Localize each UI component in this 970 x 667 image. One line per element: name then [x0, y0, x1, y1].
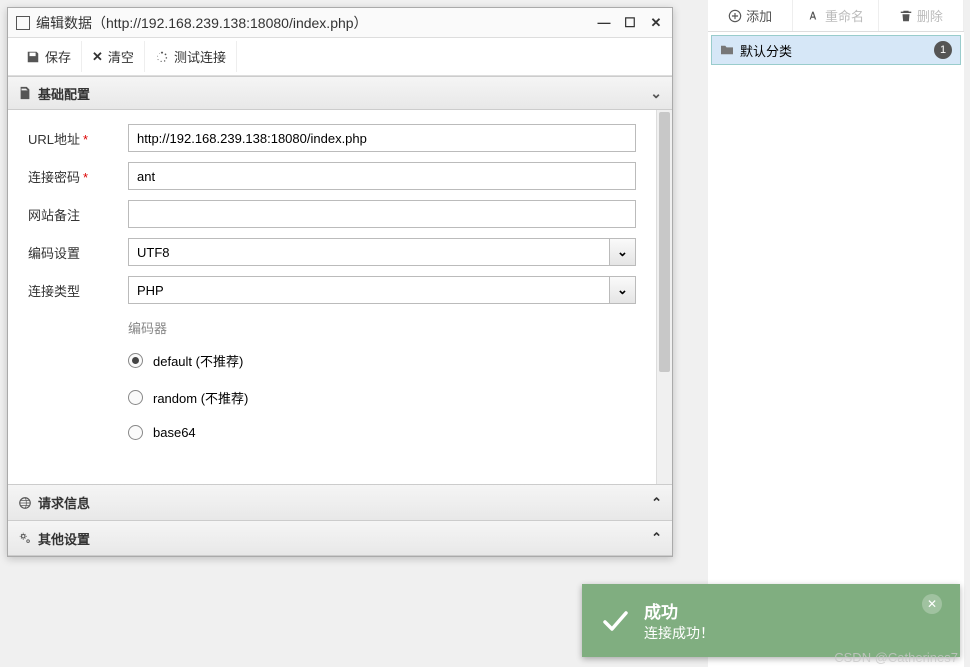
- clear-label: 清空: [108, 47, 134, 66]
- add-category-button[interactable]: 添加: [708, 0, 793, 31]
- request-info-title: 请求信息: [38, 493, 90, 512]
- type-label: 连接类型: [28, 281, 128, 300]
- encoding-value: UTF8: [129, 239, 609, 265]
- encoder-option-random[interactable]: random (不推荐): [128, 388, 636, 407]
- save-icon: [26, 50, 40, 64]
- test-label: 测试连接: [174, 47, 226, 66]
- clear-icon: ✕: [92, 49, 103, 65]
- window-icon: [16, 16, 30, 30]
- check-icon: [600, 606, 630, 636]
- toolbar: 保存 ✕ 清空 测试连接: [8, 38, 672, 76]
- globe-icon: [18, 496, 32, 510]
- password-label: 连接密码*: [28, 167, 128, 186]
- chevron-down-icon: ⌄: [650, 85, 662, 102]
- toast-title: 成功: [644, 598, 908, 623]
- scrollbar-thumb[interactable]: [659, 112, 670, 372]
- titlebar: 编辑数据（http://192.168.239.138:18080/index.…: [8, 8, 672, 38]
- category-item-default[interactable]: 默认分类 1: [711, 35, 961, 65]
- encoder-label: 编码器: [128, 318, 636, 337]
- encoding-dropdown-button[interactable]: ⌄: [609, 239, 635, 265]
- rename-label: 重命名: [825, 6, 864, 25]
- edit-data-window: 编辑数据（http://192.168.239.138:18080/index.…: [7, 7, 673, 557]
- success-toast: 成功 连接成功！ ✕: [582, 584, 960, 657]
- url-input[interactable]: [128, 124, 636, 152]
- encoder-option-base64[interactable]: base64: [128, 425, 636, 440]
- delete-category-button[interactable]: 删除: [879, 0, 964, 31]
- folder-icon: [720, 44, 734, 56]
- basic-config-panel-header[interactable]: 基础配置 ⌄: [8, 76, 672, 110]
- delete-label: 删除: [917, 6, 943, 25]
- radio-default-label: default (不推荐): [153, 351, 243, 370]
- gears-icon: [18, 531, 32, 545]
- minimize-button[interactable]: —: [596, 15, 612, 31]
- radio-base64-label: base64: [153, 425, 196, 440]
- watermark: CSDN @Catherines7: [834, 650, 958, 665]
- font-icon: [807, 9, 821, 23]
- password-input[interactable]: [128, 162, 636, 190]
- basic-config-title: 基础配置: [38, 84, 90, 103]
- clear-button[interactable]: ✕ 清空: [82, 41, 145, 72]
- chevron-up-icon: ⌃: [651, 530, 662, 546]
- type-dropdown-button[interactable]: ⌄: [609, 277, 635, 303]
- plus-circle-icon: [728, 9, 742, 23]
- encoding-select[interactable]: UTF8 ⌄: [128, 238, 636, 266]
- chevron-up-icon: ⌃: [651, 495, 662, 511]
- category-count-badge: 1: [934, 41, 952, 59]
- note-input[interactable]: [128, 200, 636, 228]
- test-connection-button[interactable]: 测试连接: [145, 41, 237, 72]
- trash-icon: [899, 9, 913, 23]
- other-settings-panel-header[interactable]: 其他设置 ⌃: [8, 520, 672, 556]
- close-button[interactable]: ✕: [648, 15, 664, 31]
- document-icon: [18, 86, 32, 100]
- toast-close-button[interactable]: ✕: [922, 594, 942, 614]
- window-title: 编辑数据（http://192.168.239.138:18080/index.…: [36, 13, 596, 33]
- maximize-button[interactable]: ☐: [622, 15, 638, 31]
- radio-random[interactable]: [128, 390, 143, 405]
- other-settings-title: 其他设置: [38, 529, 90, 548]
- encoding-label: 编码设置: [28, 243, 128, 262]
- radio-default[interactable]: [128, 353, 143, 368]
- save-label: 保存: [45, 47, 71, 66]
- type-select[interactable]: PHP ⌄: [128, 276, 636, 304]
- category-sidebar: 添加 重命名 删除 默认分类 1: [708, 0, 964, 667]
- loading-icon: [155, 50, 169, 64]
- toast-message: 连接成功！: [644, 623, 908, 643]
- save-button[interactable]: 保存: [16, 41, 82, 72]
- radio-random-label: random (不推荐): [153, 388, 248, 407]
- basic-config-body: URL地址* 连接密码* 网站备注 编码设置 UTF8 ⌄ 连接类型: [8, 110, 672, 484]
- sidebar-toolbar: 添加 重命名 删除: [708, 0, 964, 32]
- encoder-option-default[interactable]: default (不推荐): [128, 351, 636, 370]
- url-label: URL地址*: [28, 129, 128, 148]
- note-label: 网站备注: [28, 205, 128, 224]
- radio-base64[interactable]: [128, 425, 143, 440]
- scrollbar[interactable]: [656, 110, 672, 484]
- rename-category-button[interactable]: 重命名: [793, 0, 878, 31]
- add-label: 添加: [746, 6, 772, 25]
- type-value: PHP: [129, 277, 609, 303]
- request-info-panel-header[interactable]: 请求信息 ⌃: [8, 484, 672, 520]
- category-name: 默认分类: [740, 41, 928, 60]
